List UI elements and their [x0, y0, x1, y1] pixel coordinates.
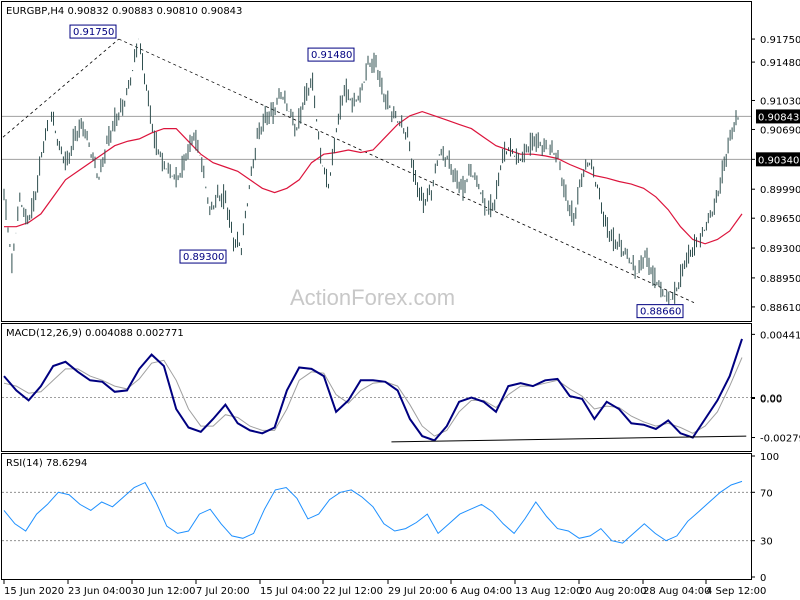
price-tag-label: 0.90340 [758, 155, 799, 166]
price-annotation-label: 0.91480 [311, 50, 352, 61]
x-tick-label: 7 Jul 20:00 [196, 586, 250, 597]
price-y-tick-label: 0.89300 [760, 244, 800, 255]
rsi-panel-title: RSI(14) 78.6294 [6, 458, 87, 469]
price-y-tick-label: 0.91750 [760, 35, 800, 46]
macd-y-axis: 0.0044160.000.00-0.002798 [751, 330, 800, 445]
macd-y-tick-label: 0.00 [760, 395, 782, 406]
x-tick-label: 30 Jun 12:00 [132, 586, 196, 597]
x-tick-label: 29 Jul 20:00 [388, 586, 448, 597]
price-y-tick-label: 0.91480 [760, 58, 800, 69]
rsi-y-axis: 100 70 30 0 [751, 452, 779, 584]
rsi-panel-frame [1, 453, 752, 580]
x-tick-label: 13 Aug 12:00 [515, 586, 582, 597]
x-tick-label: 15 Jun 2020 [4, 586, 64, 597]
price-y-tick-label: 0.88950 [760, 274, 800, 285]
price-annotation-label: 0.88660 [640, 307, 681, 318]
macd-panel-frame [1, 323, 752, 452]
macd-y-tick-label: -0.002798 [760, 434, 800, 445]
price-y-tick-label: 0.91030 [760, 96, 800, 107]
x-tick-label: 6 Aug 04:00 [451, 586, 512, 597]
price-y-tick-label: 0.88610 [760, 303, 800, 314]
price-tag-label: 0.90843 [758, 112, 799, 123]
price-tags: 0.90843 0.90340 [756, 109, 800, 167]
price-panel-frame [1, 1, 752, 322]
x-tick-label: 22 Jul 12:00 [323, 586, 383, 597]
rsi-y-tick-label: 100 [760, 452, 779, 463]
x-tick-label: 28 Aug 04:00 [643, 586, 710, 597]
x-tick-label: 4 Sep 12:00 [706, 586, 766, 597]
price-y-axis: 0.91750 0.91480 0.91030 0.90690 0.90340 0.899… [751, 35, 800, 314]
price-y-tick-label: 0.89650 [760, 214, 800, 225]
eurgbp-chart: EURGBP,H4 0.90832 0.90883 0.90810 0.9084… [1, 1, 800, 597]
rsi-y-tick-label: 30 [760, 537, 773, 548]
rsi-y-tick-label: 0 [760, 573, 766, 584]
price-y-tick-label: 0.90690 [760, 125, 800, 136]
x-tick-label: 20 Aug 20:00 [579, 586, 646, 597]
x-tick-label: 23 Jun 04:00 [68, 586, 132, 597]
macd-y-tick-label: 0.004416 [760, 330, 800, 341]
macd-panel-title: MACD(12,26,9) 0.004088 0.002771 [6, 328, 184, 339]
price-annotation-label: 0.89300 [183, 252, 224, 263]
price-panel-title: EURGBP,H4 0.90832 0.90883 0.90810 0.9084… [6, 6, 242, 17]
x-axis: 15 Jun 2020 23 Jun 04:00 30 Jun 12:00 7 Jul… [3, 580, 766, 597]
watermark: ActionForex.com [290, 285, 455, 310]
price-y-tick-label: 0.89990 [760, 185, 800, 196]
rsi-y-tick-label: 70 [760, 488, 773, 499]
price-annotation-label: 0.91750 [73, 27, 114, 38]
x-tick-label: 15 Jul 04:00 [260, 586, 320, 597]
